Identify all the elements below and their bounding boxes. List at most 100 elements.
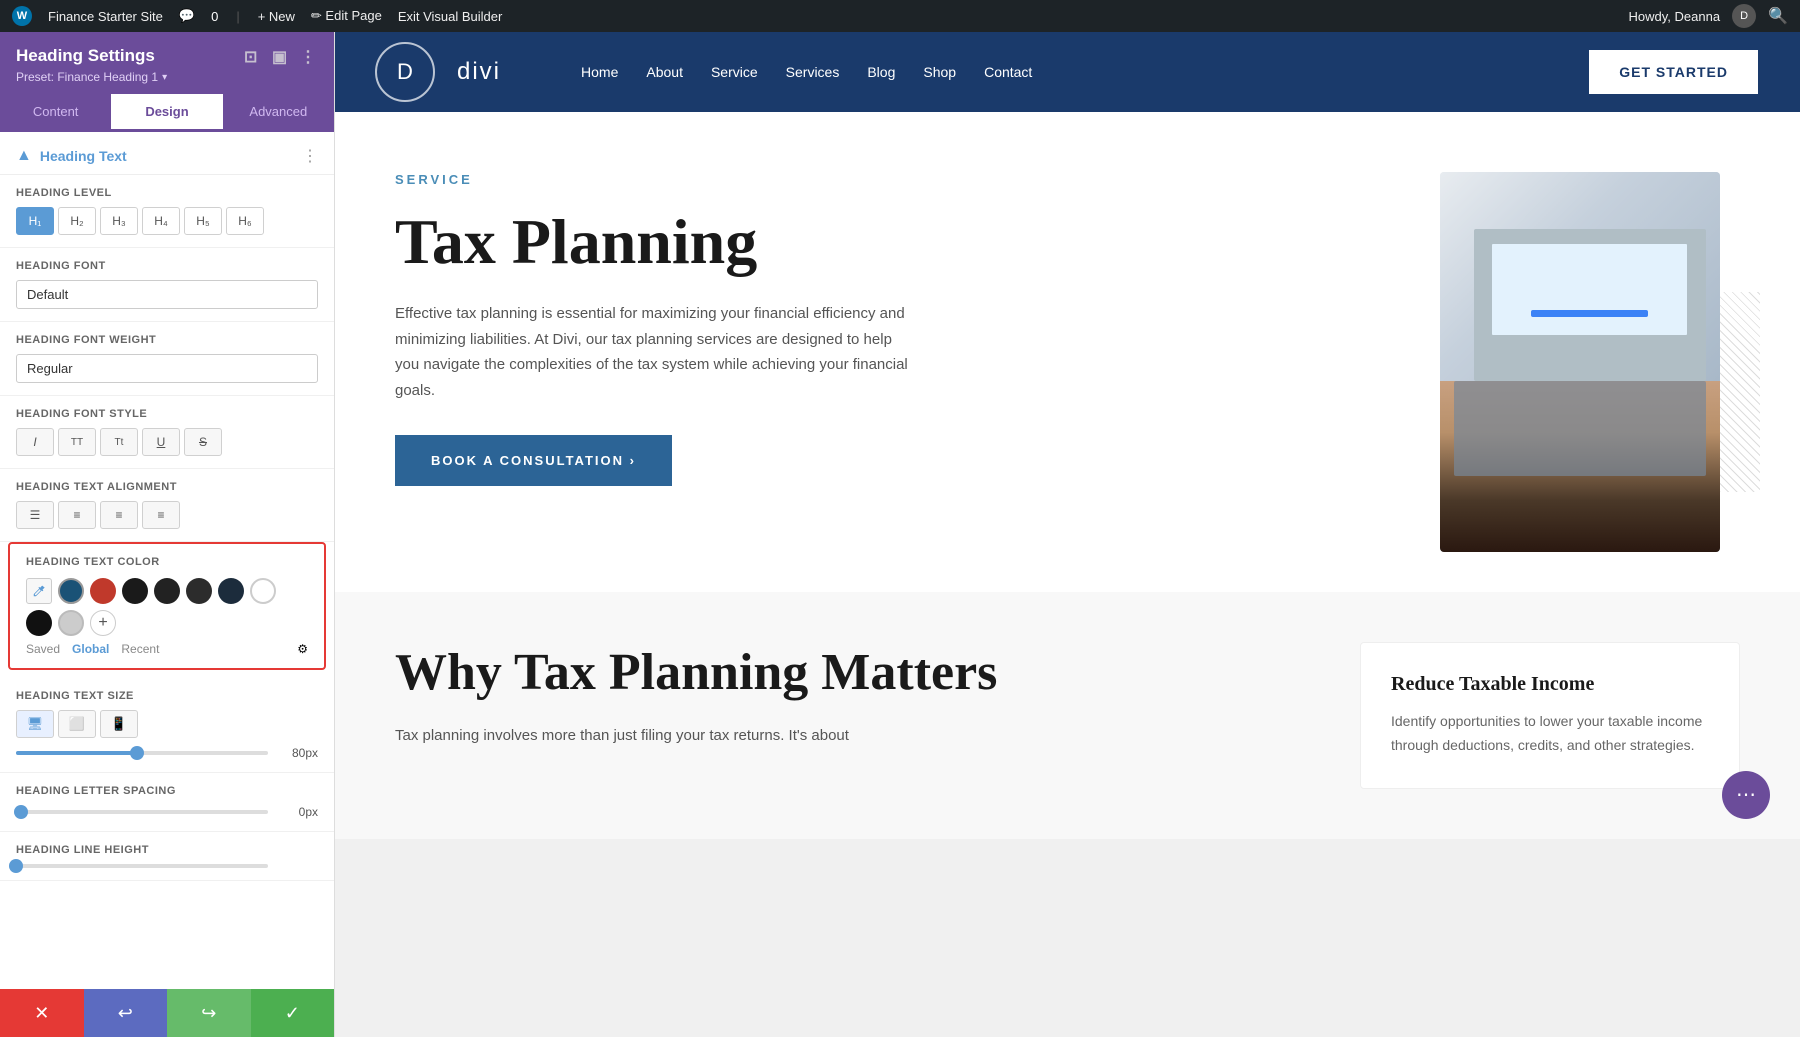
heading-font-select[interactable]: Default (16, 280, 318, 309)
heading-font-label: Heading Font (16, 260, 318, 272)
brand-name: divi (457, 58, 501, 86)
color-swatch-black[interactable] (26, 610, 52, 636)
nav-services[interactable]: Services (786, 64, 840, 80)
eyedropper-tool[interactable] (26, 578, 52, 604)
color-swatch-white[interactable] (250, 578, 276, 604)
color-settings-icon[interactable]: ⚙ (297, 642, 308, 656)
align-right-button[interactable]: ≡ (100, 501, 138, 529)
capitalize-button[interactable]: Tt (100, 428, 138, 456)
exit-builder-button[interactable]: Exit Visual Builder (398, 9, 503, 24)
size-slider-thumb[interactable] (130, 746, 144, 760)
heading-font-weight-label: Heading Font Weight (16, 334, 318, 346)
card-description: Identify opportunities to lower your tax… (1391, 710, 1709, 758)
heading-font-style-label: Heading Font Style (16, 408, 318, 420)
color-swatch-red[interactable] (90, 578, 116, 604)
color-tab-global[interactable]: Global (72, 642, 109, 656)
hero-title: Tax Planning (395, 207, 1380, 277)
book-consultation-button[interactable]: BOOK A CONSULTATION › (395, 435, 672, 486)
align-justify-button[interactable]: ≡ (142, 501, 180, 529)
nav-blog[interactable]: Blog (867, 64, 895, 80)
heading-letter-spacing-label: Heading Letter Spacing (16, 785, 318, 797)
h4-button[interactable]: H₄ (142, 207, 180, 235)
letter-spacing-slider-thumb[interactable] (14, 805, 28, 819)
section-more-icon[interactable]: ⋮ (302, 146, 318, 166)
nav-home[interactable]: Home (581, 64, 618, 80)
heading-font-weight-select[interactable]: Regular (16, 354, 318, 383)
uppercase-button[interactable]: TT (58, 428, 96, 456)
h1-button[interactable]: H₁ (16, 207, 54, 235)
align-center-button[interactable]: ≡ (58, 501, 96, 529)
nav-shop[interactable]: Shop (923, 64, 956, 80)
fullscreen-icon[interactable]: ⊡ (244, 47, 262, 65)
strikethrough-button[interactable]: S (184, 428, 222, 456)
redo-button[interactable]: ↪ (167, 989, 251, 1037)
tab-content[interactable]: Content (0, 94, 111, 132)
color-swatch-dark1[interactable] (122, 578, 148, 604)
collapse-icon[interactable]: ▲ (16, 147, 32, 165)
second-title: Why Tax Planning Matters (395, 642, 1300, 704)
website-preview: D divi Home About Service Services Blog … (335, 32, 1800, 1037)
save-button[interactable]: ✓ (251, 989, 335, 1037)
fab-button[interactable]: ⋯ (1722, 771, 1770, 819)
desktop-icon[interactable]: 🖥 (16, 710, 54, 738)
letter-spacing-slider-track[interactable] (16, 810, 268, 814)
search-icon[interactable]: 🔍 (1768, 6, 1788, 26)
color-swatch-dark3[interactable] (186, 578, 212, 604)
cancel-button[interactable]: ✕ (0, 989, 84, 1037)
heading-font-style-group: Heading Font Style I TT Tt U S (0, 396, 334, 469)
h6-button[interactable]: H₆ (226, 207, 264, 235)
h5-button[interactable]: H₅ (184, 207, 222, 235)
tab-design[interactable]: Design (111, 94, 222, 132)
color-tab-recent[interactable]: Recent (121, 642, 159, 656)
nav-contact[interactable]: Contact (984, 64, 1032, 80)
color-swatches-row (26, 578, 308, 604)
device-icons: 🖥 ⬜ 📱 (16, 710, 318, 738)
cta-button[interactable]: GET STARTED (1587, 48, 1760, 96)
more-options-icon[interactable]: ⋮ (300, 47, 318, 65)
color-swatch-navy[interactable] (218, 578, 244, 604)
align-left-button[interactable]: ☰ (16, 501, 54, 529)
underline-button[interactable]: U (142, 428, 180, 456)
section-header: ▲ Heading Text ⋮ (0, 132, 334, 175)
section-title-text: Heading Text (40, 148, 127, 164)
h3-button[interactable]: H₃ (100, 207, 138, 235)
avatar: D (1732, 4, 1756, 28)
second-content: Why Tax Planning Matters Tax planning in… (395, 642, 1300, 748)
info-card: Reduce Taxable Income Identify opportuni… (1360, 642, 1740, 789)
nav-about[interactable]: About (646, 64, 683, 80)
edit-page-button[interactable]: ✏ Edit Page (311, 8, 382, 24)
letter-spacing-slider-value: 0px (278, 805, 318, 819)
line-height-slider-track[interactable] (16, 864, 268, 868)
undo-button[interactable]: ↩ (84, 989, 168, 1037)
howdy-text: Howdy, Deanna (1629, 9, 1721, 24)
nav-service[interactable]: Service (711, 64, 758, 80)
tab-advanced[interactable]: Advanced (223, 94, 334, 132)
hero-label: SERVICE (395, 172, 1380, 187)
second-section-wrapper: Why Tax Planning Matters Tax planning in… (335, 592, 1800, 839)
panel-header-icons: ⊡ ▣ ⋮ (244, 47, 318, 65)
color-swatch-dark2[interactable] (154, 578, 180, 604)
preset-chevron-icon[interactable]: ▾ (162, 72, 167, 83)
line-height-slider-row (16, 864, 318, 868)
tablet-icon[interactable]: ⬜ (58, 710, 96, 738)
line-height-slider-thumb[interactable] (9, 859, 23, 873)
layout-icon[interactable]: ▣ (272, 47, 290, 65)
color-tab-saved[interactable]: Saved (26, 642, 60, 656)
heading-text-size-group: Heading Text Size 🖥 ⬜ 📱 80px (0, 678, 334, 773)
new-button[interactable]: + New (258, 9, 295, 24)
panel-actions: ✕ ↩ ↪ ✓ (0, 989, 334, 1037)
phone-icon[interactable]: 📱 (100, 710, 138, 738)
site-name: Finance Starter Site (48, 9, 163, 24)
wp-logo-icon[interactable]: W (12, 6, 32, 26)
hero-image-placeholder (1440, 172, 1720, 552)
heading-font-style-buttons: I TT Tt U S (16, 428, 318, 456)
color-swatch-light-gray[interactable] (58, 610, 84, 636)
heading-text-size-label: Heading Text Size (16, 690, 318, 702)
color-add-button[interactable]: + (90, 610, 116, 636)
section-actions: ⋮ (302, 146, 318, 166)
size-slider-track[interactable] (16, 751, 268, 755)
heading-letter-spacing-group: Heading Letter Spacing 0px (0, 773, 334, 832)
h2-button[interactable]: H₂ (58, 207, 96, 235)
italic-button[interactable]: I (16, 428, 54, 456)
color-swatch-dark-blue[interactable] (58, 578, 84, 604)
